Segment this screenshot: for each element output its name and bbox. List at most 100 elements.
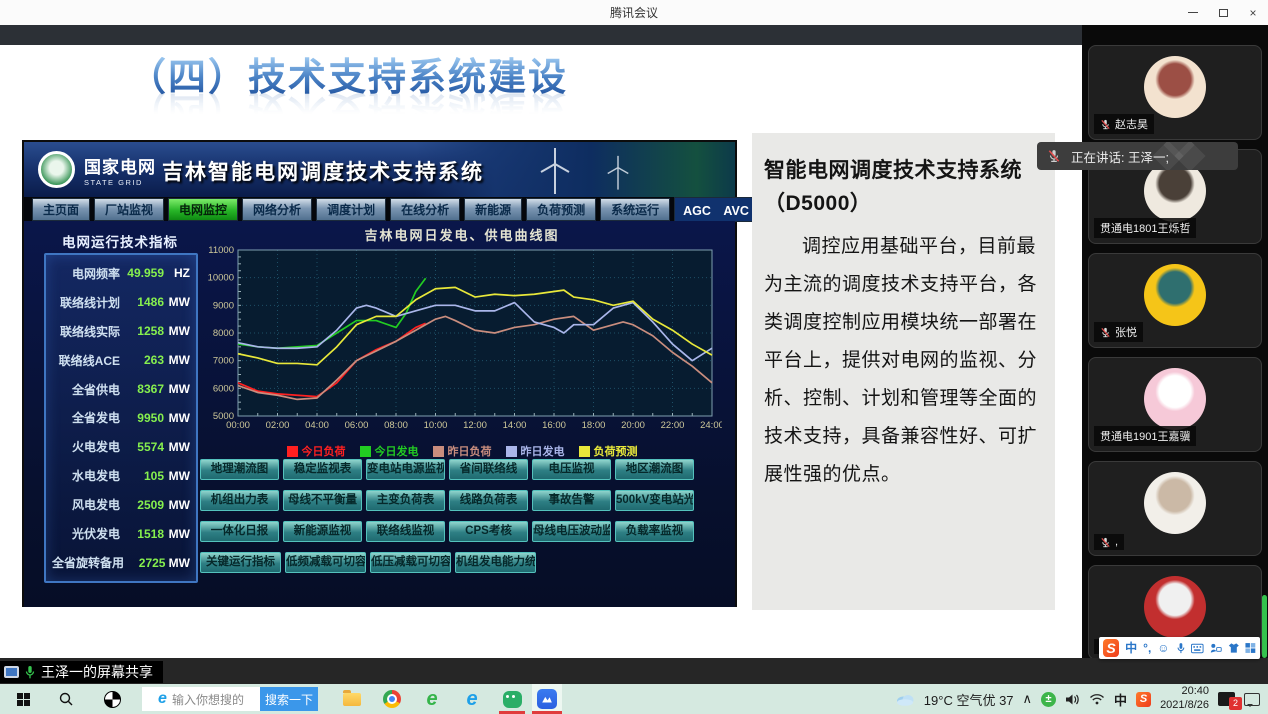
legend-swatch <box>433 446 444 457</box>
menu-item-station-monitor[interactable]: 厂站监视 <box>94 198 164 221</box>
start-button[interactable] <box>0 684 46 714</box>
ime-punct-icon[interactable]: °, <box>1143 637 1151 659</box>
ime-emoji-icon[interactable]: ☺ <box>1157 637 1169 659</box>
action-center-icon[interactable] <box>1244 693 1260 706</box>
clock[interactable]: 20:40 2021/8/26 <box>1160 685 1209 713</box>
ime-toolbox-icon[interactable] <box>1210 642 1222 654</box>
web-search-button[interactable]: 搜索一下 <box>260 687 318 711</box>
mic-muted-icon <box>1100 537 1111 548</box>
sidebar-scrollbar[interactable] <box>1262 595 1267 658</box>
svg-text:8000: 8000 <box>213 328 234 339</box>
dashboard-button[interactable]: 低压减载可切容量 <box>370 552 451 573</box>
dashboard-button[interactable]: 主变负荷表 <box>366 490 445 511</box>
minimize-button[interactable] <box>1178 0 1208 25</box>
info-title-line2: （D5000） <box>764 192 871 215</box>
file-explorer-icon[interactable] <box>332 684 372 714</box>
dashboard-button[interactable]: 母线不平衡量 <box>283 490 362 511</box>
weather-cloud-icon[interactable] <box>895 692 915 706</box>
meeting-bottom-bar <box>0 658 1268 684</box>
web-search-box[interactable]: e 输入你想搜的 <box>142 687 260 711</box>
sogou-tray-icon[interactable]: S <box>1136 692 1151 707</box>
menu-item-new-energy[interactable]: 新能源 <box>464 198 522 221</box>
legend-label: 今日负荷 <box>302 443 346 459</box>
indicator-label: 联络线ACE <box>52 352 120 369</box>
dashboard-button[interactable]: 变电站电源监视 <box>366 459 445 480</box>
indicator-label: 全省供电 <box>52 381 120 398</box>
dashboard-button[interactable]: 机组发电能力统计 <box>455 552 536 573</box>
wifi-icon[interactable] <box>1089 693 1105 705</box>
dashboard-button[interactable]: 新能源监视 <box>283 521 362 542</box>
sogou-ime-bar[interactable]: S 中 °, ☺ <box>1099 637 1260 659</box>
chrome-icon[interactable] <box>372 684 412 714</box>
menu-item-home[interactable]: 主页面 <box>32 198 90 221</box>
participant-tile[interactable]: 张悦 <box>1088 253 1262 348</box>
ime-skin-icon[interactable] <box>1228 642 1240 654</box>
ime-grid-icon[interactable] <box>1245 642 1256 654</box>
participant-tile[interactable]: , <box>1088 461 1262 556</box>
pinwheel-app-icon[interactable] <box>86 684 138 714</box>
dashboard-button[interactable]: 地理潮流图 <box>200 459 279 480</box>
system-title: 吉林智能电网调度技术支持系统 <box>162 156 484 186</box>
dashboard-button[interactable]: 省间联络线 <box>449 459 528 480</box>
restore-button[interactable] <box>1208 0 1238 25</box>
close-button[interactable]: × <box>1238 0 1268 25</box>
dashboard-button[interactable]: 机组出力表 <box>200 490 279 511</box>
participant-tile[interactable]: 赵志昊 <box>1088 45 1262 140</box>
weather-text[interactable]: 19°C 空气优 37 <box>924 690 1014 709</box>
volume-icon[interactable] <box>1065 693 1080 706</box>
dashboard-button[interactable]: 地区潮流图 <box>615 459 694 480</box>
dashboard-button[interactable]: CPS考核 <box>449 521 528 542</box>
ime-keyboard-icon[interactable] <box>1191 643 1204 654</box>
ime-chinese-icon[interactable]: 中 <box>1125 637 1137 659</box>
notification-icon[interactable]: 2 <box>1218 692 1235 706</box>
svg-text:22:00: 22:00 <box>661 420 685 431</box>
taskbar-search-icon[interactable] <box>46 684 86 714</box>
indicator-unit: MW <box>164 440 190 454</box>
dashboard-button[interactable]: 母线电压波动监视 <box>532 521 611 542</box>
antivirus-tray-icon[interactable]: ± <box>1041 692 1056 707</box>
dashboard-button[interactable]: 关键运行指标 <box>200 552 281 573</box>
ime-mode-indicator[interactable]: 中 <box>1114 690 1127 709</box>
ime-voice-icon[interactable] <box>1176 642 1186 655</box>
participant-name: , <box>1115 536 1118 548</box>
window-titlebar: 腾讯会议 × <box>0 0 1268 25</box>
indicator-row: 联络线计划 1486 MW <box>52 294 190 311</box>
mic-muted-icon <box>1100 327 1111 338</box>
menu-item-load-forecast[interactable]: 负荷预测 <box>526 198 596 221</box>
slide-title-reflection: （四）技术支持系统建设 <box>128 89 568 127</box>
svg-text:24:00: 24:00 <box>700 420 722 431</box>
indicators-title: 电网运行技术指标 <box>42 231 198 251</box>
tray-expand-caret[interactable]: ∧ <box>1023 691 1033 707</box>
indicator-label: 电网频率 <box>52 265 120 282</box>
dashboard-button[interactable]: 线路负荷表 <box>449 490 528 511</box>
indicator-value: 49.959 <box>120 266 164 280</box>
info-panel: 智能电网调度技术支持系统 （D5000） 调控应用基础平台，目前最为主流的调度技… <box>752 133 1055 610</box>
menu-item-grid-control[interactable]: 电网监控 <box>168 198 238 221</box>
dashboard-button[interactable]: 联络线监视 <box>366 521 445 542</box>
sogou-logo-icon[interactable]: S <box>1103 639 1119 657</box>
indicator-row: 电网频率 49.959 HZ <box>52 265 190 282</box>
legend-item: 昨日发电 <box>506 443 565 459</box>
dashboard-button[interactable]: 稳定监视表 <box>283 459 362 480</box>
legend-swatch <box>579 446 590 457</box>
dashboard-button[interactable]: 500kV变电站光字 <box>615 490 694 511</box>
wechat-icon[interactable] <box>492 684 532 714</box>
menu-item-online-analysis[interactable]: 在线分析 <box>390 198 460 221</box>
dashboard-button[interactable]: 电压监视 <box>532 459 611 480</box>
ie-blue-icon[interactable]: e <box>452 684 492 714</box>
dashboard-button[interactable]: 负载率监视 <box>615 521 694 542</box>
legend-item: 今日发电 <box>360 443 419 459</box>
indicator-row: 全省供电 8367 MW <box>52 381 190 398</box>
dashboard-button[interactable]: 事故告警 <box>532 490 611 511</box>
tencent-meeting-icon[interactable] <box>532 684 562 714</box>
menu-item-system-operation[interactable]: 系统运行 <box>600 198 670 221</box>
dashboard-button[interactable]: 一体化日报 <box>200 521 279 542</box>
dashboard-button[interactable]: 低频减载可切容量 <box>285 552 366 573</box>
ie-green-icon[interactable]: e <box>412 684 452 714</box>
menu-item-network-analysis[interactable]: 网络分析 <box>242 198 312 221</box>
menu-item-dispatch-plan[interactable]: 调度计划 <box>316 198 386 221</box>
participant-name-badge: 赵志昊 <box>1094 114 1154 134</box>
mic-live-icon <box>24 665 36 680</box>
indicator-value: 8367 <box>120 382 164 396</box>
participant-tile[interactable]: 贯通电1901王嘉骥 <box>1088 357 1262 452</box>
